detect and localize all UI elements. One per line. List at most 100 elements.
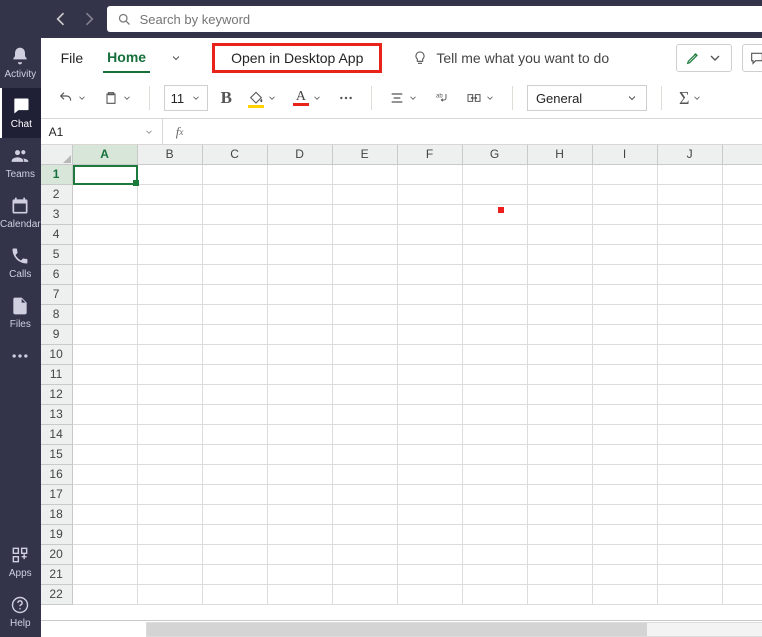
cell[interactable] [528,465,593,485]
bold-button[interactable]: B [218,86,235,110]
cell[interactable] [593,225,658,245]
cell[interactable] [138,325,203,345]
cell[interactable] [138,365,203,385]
cell[interactable] [268,205,333,225]
cell[interactable] [138,505,203,525]
cell[interactable] [268,485,333,505]
cell[interactable] [593,165,658,185]
cell[interactable] [528,485,593,505]
cell[interactable] [138,405,203,425]
cell[interactable] [723,165,762,185]
cell[interactable] [268,285,333,305]
cell[interactable] [528,545,593,565]
cell[interactable] [723,385,762,405]
search-box[interactable] [107,6,762,32]
cell[interactable] [268,405,333,425]
cell[interactable] [528,365,593,385]
cell[interactable] [73,205,138,225]
cell[interactable] [528,385,593,405]
cell[interactable] [73,405,138,425]
col-header-D[interactable]: D [268,145,333,165]
cell[interactable] [203,225,268,245]
cell[interactable] [463,405,528,425]
cell[interactable] [398,385,463,405]
row-header-3[interactable]: 3 [41,205,73,225]
cell[interactable] [723,465,762,485]
cell[interactable] [333,185,398,205]
cell[interactable] [268,265,333,285]
cell[interactable] [463,285,528,305]
cell[interactable] [658,485,723,505]
cell[interactable] [723,445,762,465]
cell[interactable] [138,385,203,405]
cell[interactable] [658,565,723,585]
cell[interactable] [593,285,658,305]
row-header-19[interactable]: 19 [41,525,73,545]
cell[interactable] [723,485,762,505]
cell[interactable] [203,505,268,525]
cell[interactable] [333,425,398,445]
number-format-select[interactable]: General [527,85,647,111]
cell[interactable] [398,485,463,505]
cell[interactable] [268,185,333,205]
cell[interactable] [138,205,203,225]
cell[interactable] [138,425,203,445]
cell[interactable] [658,365,723,385]
cell[interactable] [398,185,463,205]
cell[interactable] [593,305,658,325]
rail-item-files[interactable]: Files [0,288,41,338]
cell[interactable] [398,585,463,605]
cell[interactable] [658,545,723,565]
cell[interactable] [73,345,138,365]
cell[interactable] [398,505,463,525]
cell[interactable] [333,545,398,565]
cell[interactable] [268,385,333,405]
cell[interactable] [398,425,463,445]
row-header-7[interactable]: 7 [41,285,73,305]
cell[interactable] [528,345,593,365]
row-header-2[interactable]: 2 [41,185,73,205]
cell[interactable] [268,225,333,245]
row-header-14[interactable]: 14 [41,425,73,445]
cell[interactable] [723,285,762,305]
cell[interactable] [73,325,138,345]
cell[interactable] [593,205,658,225]
tab-home[interactable]: Home [103,43,150,73]
nav-back-button[interactable] [51,9,71,29]
cell[interactable] [138,485,203,505]
cell[interactable] [73,525,138,545]
cell[interactable] [203,465,268,485]
cell[interactable] [333,285,398,305]
cell[interactable] [723,585,762,605]
fill-color-button[interactable] [245,87,280,110]
cell[interactable] [268,245,333,265]
cell[interactable] [658,505,723,525]
cell[interactable] [463,585,528,605]
cell[interactable] [138,245,203,265]
cell[interactable] [528,285,593,305]
cell[interactable] [333,205,398,225]
cell[interactable] [658,285,723,305]
row-header-20[interactable]: 20 [41,545,73,565]
cell[interactable] [138,345,203,365]
cell[interactable] [528,245,593,265]
cell[interactable] [593,325,658,345]
cell[interactable] [723,365,762,385]
tab-file[interactable]: File [57,44,88,72]
cell[interactable] [658,345,723,365]
cell[interactable] [268,465,333,485]
cell[interactable] [658,425,723,445]
cell[interactable] [203,185,268,205]
cell[interactable] [268,345,333,365]
cell[interactable] [723,545,762,565]
cell[interactable] [333,385,398,405]
cell[interactable] [203,165,268,185]
cell[interactable] [593,265,658,285]
cell[interactable] [73,165,138,185]
cell[interactable] [73,505,138,525]
cell[interactable] [463,245,528,265]
row-header-9[interactable]: 9 [41,325,73,345]
cell[interactable] [463,205,528,225]
row-header-6[interactable]: 6 [41,265,73,285]
select-all-corner[interactable] [41,145,73,165]
